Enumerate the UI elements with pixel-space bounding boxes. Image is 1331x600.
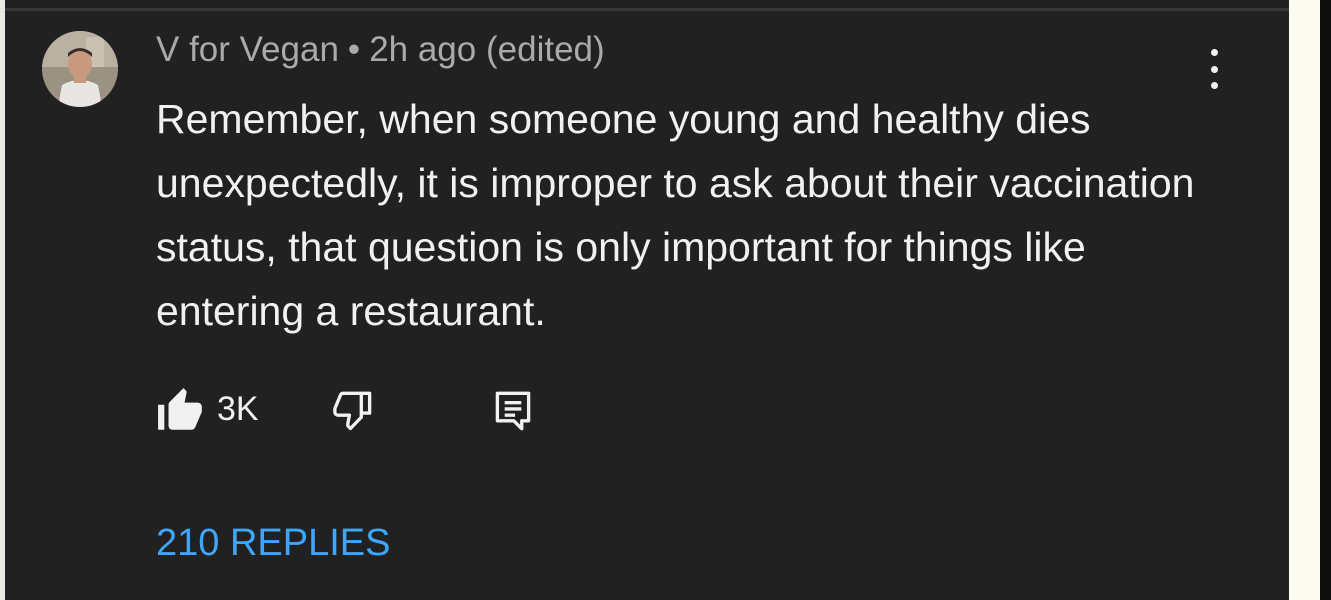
- menu-dot: [1210, 49, 1218, 56]
- like-count: 3K: [217, 390, 259, 428]
- divider: [5, 8, 1289, 11]
- screen: V for Vegan • 2h ago (edited) Remember, wh…: [0, 0, 1331, 600]
- avatar[interactable]: [42, 31, 118, 107]
- avatar-image: [42, 31, 118, 107]
- comment-panel: V for Vegan • 2h ago (edited) Remember, wh…: [5, 0, 1289, 600]
- like-button[interactable]: [156, 386, 206, 436]
- edited-label: (edited): [485, 30, 605, 69]
- dislike-button[interactable]: [329, 386, 379, 436]
- view-replies-link[interactable]: 210 REPLIES: [156, 522, 390, 565]
- thumbs-down-icon: [333, 391, 372, 431]
- menu-dot: [1210, 65, 1218, 73]
- comment-header: V for Vegan • 2h ago (edited): [156, 30, 605, 70]
- reply-button[interactable]: [488, 386, 538, 436]
- timestamp: 2h ago: [369, 30, 477, 69]
- separator-dot: •: [347, 30, 361, 69]
- screen-edge: [1320, 0, 1331, 600]
- comment-body: Remember, when someone young and healthy…: [156, 96, 1195, 334]
- thumbs-up-icon: [158, 388, 202, 430]
- comment-reply-icon: [495, 391, 531, 431]
- author-name[interactable]: V for Vegan: [156, 30, 339, 69]
- comment-actions: 3K: [5, 380, 1289, 440]
